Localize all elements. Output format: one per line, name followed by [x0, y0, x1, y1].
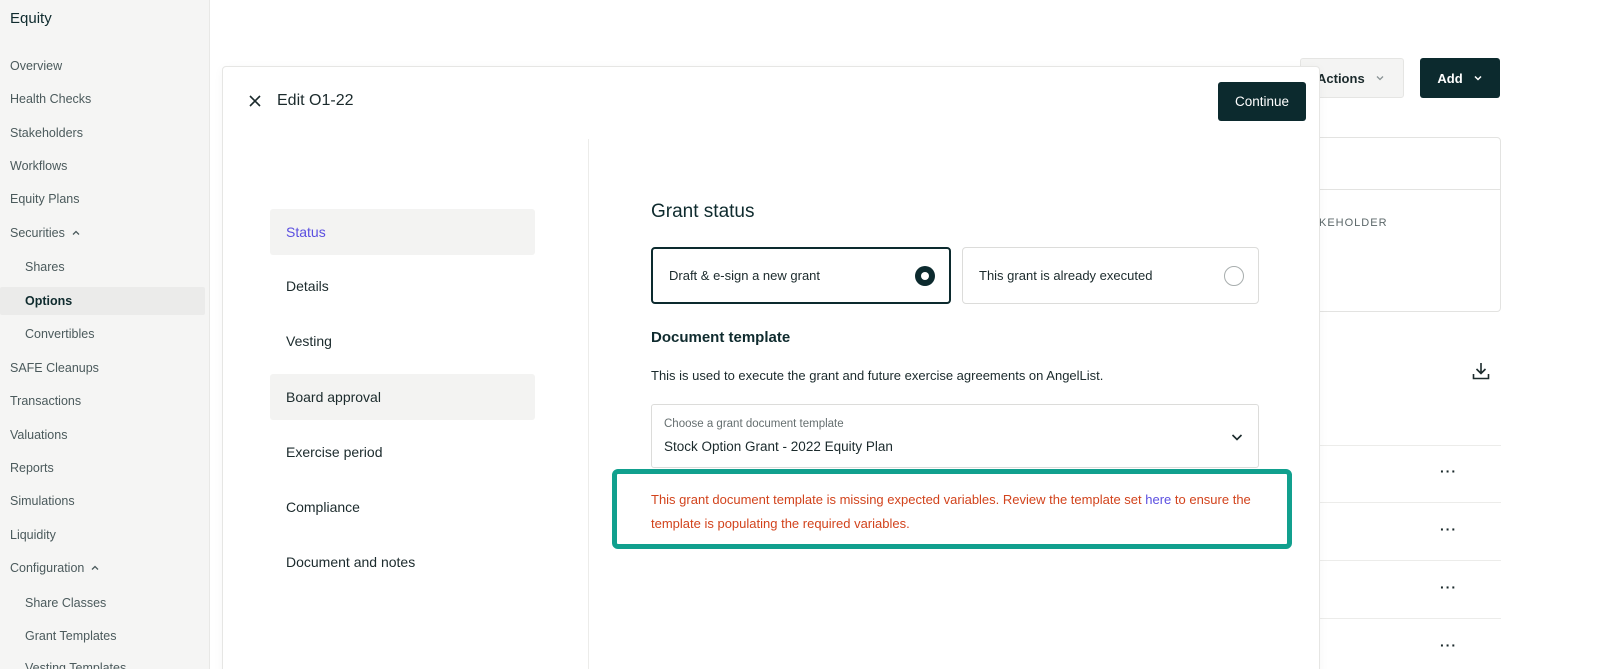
step-exercise-period[interactable]: Exercise period	[270, 429, 535, 475]
table-row-divider	[1310, 618, 1501, 619]
chevron-up-icon	[91, 565, 99, 570]
edit-grant-modal: Edit O1-22 Continue Status Details Vesti…	[222, 66, 1320, 669]
step-details[interactable]: Details	[270, 263, 535, 309]
radio-draft-new-grant[interactable]: Draft & e-sign a new grant	[651, 247, 951, 304]
radio-selected-icon	[915, 265, 935, 286]
add-button-label: Add	[1437, 70, 1463, 86]
sidebar-item-grant-templates[interactable]: Grant Templates	[25, 629, 116, 643]
summary-card: KEHOLDER	[1310, 137, 1501, 312]
modal-divider	[588, 139, 589, 669]
radio-unselected-icon	[1224, 265, 1244, 286]
sidebar-item-securities-label: Securities	[10, 226, 65, 240]
sidebar-item-safe-cleanups[interactable]: SAFE Cleanups	[10, 361, 99, 375]
sidebar-item-stakeholders[interactable]: Stakeholders	[10, 126, 83, 140]
step-document-and-notes[interactable]: Document and notes	[270, 539, 535, 585]
step-compliance[interactable]: Compliance	[270, 484, 535, 530]
sidebar-item-shares[interactable]: Shares	[25, 260, 65, 274]
template-set-link[interactable]: here	[1145, 492, 1171, 507]
sidebar-item-reports[interactable]: Reports	[10, 461, 54, 475]
document-template-title: Document template	[651, 329, 791, 346]
close-button[interactable]	[245, 91, 265, 111]
grant-template-select[interactable]: Choose a grant document template Stock O…	[651, 404, 1259, 468]
column-header-stakeholder: KEHOLDER	[1319, 217, 1388, 229]
select-label: Choose a grant document template	[664, 418, 844, 430]
table-row-divider	[1310, 445, 1501, 446]
document-template-description: This is used to execute the grant and fu…	[651, 368, 1104, 383]
sidebar-item-configuration[interactable]: Configuration	[10, 561, 100, 575]
radio-draft-label: Draft & e-sign a new grant	[669, 268, 821, 283]
add-button[interactable]: Add	[1420, 58, 1500, 98]
row-menu-icon[interactable]: ···	[1440, 637, 1457, 653]
modal-title: Edit O1-22	[277, 92, 354, 109]
continue-button[interactable]: Continue	[1218, 82, 1306, 121]
chevron-up-icon	[72, 230, 80, 235]
sidebar-item-valuations[interactable]: Valuations	[10, 428, 67, 442]
table-row-divider	[1310, 560, 1501, 561]
sidebar-item-options[interactable]: Options	[0, 287, 205, 315]
step-status[interactable]: Status	[270, 209, 535, 255]
select-value: Stock Option Grant - 2022 Equity Plan	[664, 439, 893, 454]
sidebar-item-share-classes[interactable]: Share Classes	[25, 596, 106, 610]
sidebar-item-simulations[interactable]: Simulations	[10, 494, 75, 508]
card-divider	[1311, 189, 1500, 190]
sidebar: Equity Overview Health Checks Stakeholde…	[0, 0, 210, 669]
sidebar-item-equity-plans[interactable]: Equity Plans	[10, 192, 79, 206]
chevron-down-icon	[1231, 434, 1243, 441]
warning-highlight-box: This grant document template is missing …	[612, 469, 1292, 549]
sidebar-item-transactions[interactable]: Transactions	[10, 394, 81, 408]
sidebar-item-liquidity[interactable]: Liquidity	[10, 528, 56, 542]
sidebar-item-convertibles[interactable]: Convertibles	[25, 327, 94, 341]
sidebar-item-overview[interactable]: Overview	[10, 59, 62, 73]
row-menu-icon[interactable]: ···	[1440, 579, 1457, 595]
warning-text-before: This grant document template is missing …	[651, 492, 1146, 507]
close-icon	[249, 95, 261, 107]
step-board-approval[interactable]: Board approval	[270, 374, 535, 420]
sidebar-item-workflows[interactable]: Workflows	[10, 159, 67, 173]
brand-title: Equity	[10, 10, 52, 27]
row-menu-icon[interactable]: ···	[1440, 521, 1457, 537]
actions-button-label: Actions	[1317, 70, 1365, 86]
sidebar-item-health-checks[interactable]: Health Checks	[10, 92, 91, 106]
sidebar-item-configuration-label: Configuration	[10, 561, 85, 575]
download-icon[interactable]	[1470, 360, 1492, 382]
sidebar-item-vesting-templates[interactable]: Vesting Templates	[25, 661, 126, 669]
radio-already-executed[interactable]: This grant is already executed	[962, 247, 1259, 304]
grant-status-title: Grant status	[651, 201, 755, 222]
chevron-down-icon	[1474, 75, 1482, 81]
sidebar-item-securities[interactable]: Securities	[10, 226, 81, 240]
radio-executed-label: This grant is already executed	[979, 268, 1153, 283]
template-warning-message: This grant document template is missing …	[651, 488, 1251, 536]
step-vesting[interactable]: Vesting	[270, 318, 535, 364]
chevron-down-icon	[1376, 76, 1384, 81]
table-row-divider	[1310, 502, 1501, 503]
row-menu-icon[interactable]: ···	[1440, 463, 1457, 479]
